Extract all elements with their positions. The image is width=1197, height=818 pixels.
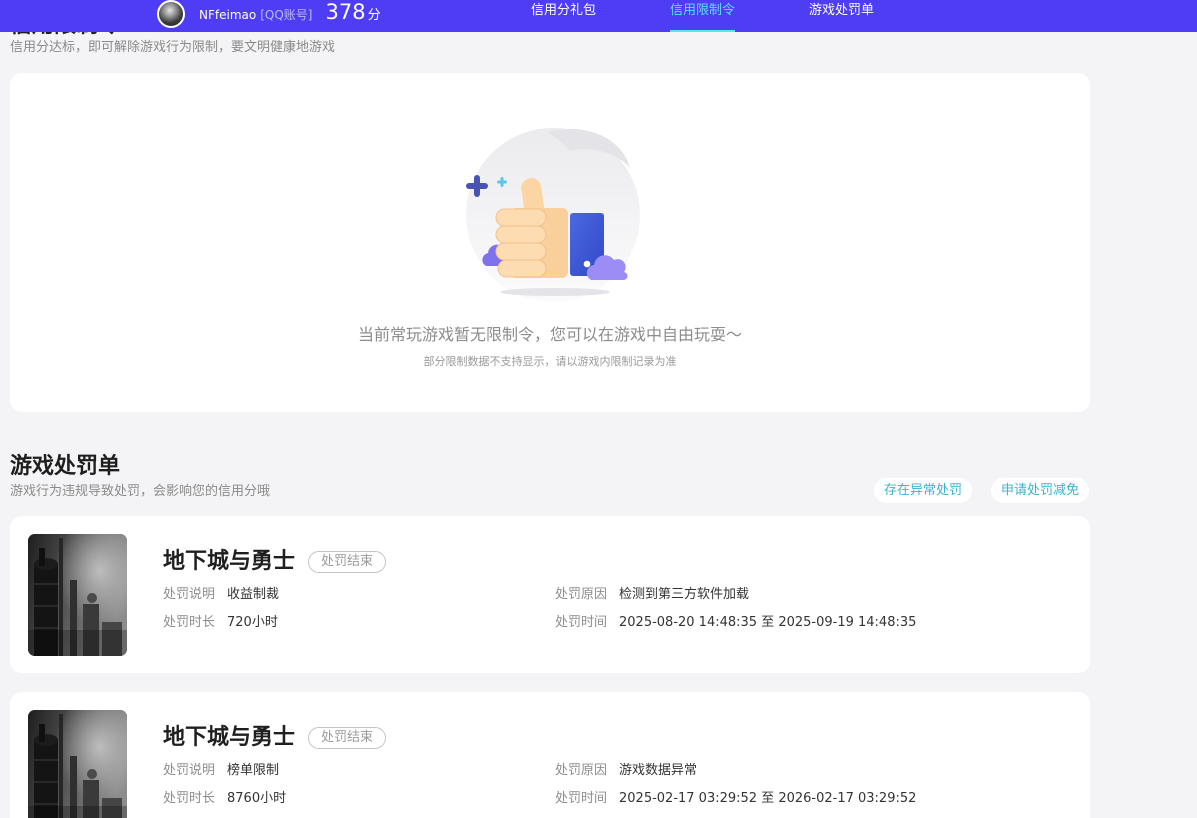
- field-label: 处罚时间: [555, 791, 608, 806]
- status-badge: 处罚结束: [308, 551, 387, 573]
- report-abnormal-penalty-button[interactable]: 存在异常处罚: [874, 478, 972, 503]
- field-label: 处罚说明: [163, 763, 216, 778]
- penalty-time-field: 处罚时间 2025-02-17 03:29:52 至 2026-02-17 03…: [555, 790, 955, 808]
- top-header: NFfeimao [QQ账号] 378 分 信用分礼包 信用限制令 游戏处罚单: [0, 0, 1197, 32]
- field-label: 处罚时长: [163, 791, 216, 806]
- credit-score-unit: 分: [367, 8, 381, 23]
- restriction-card: 当前常玩游戏暂无限制令，您可以在游戏中自由玩耍～ 部分限制数据不支持显示，请以游…: [10, 73, 1090, 412]
- penalty-section-subtitle: 游戏行为违规导致处罚，会影响您的信用分哦: [10, 484, 271, 499]
- empty-state-note: 部分限制数据不支持显示，请以游戏内限制记录为准: [423, 355, 677, 368]
- penalty-duration-field: 处罚时长 8760小时: [163, 790, 555, 808]
- restriction-section-subtitle: 信用分达标，即可解除游戏行为限制，要文明健康地游戏: [10, 40, 336, 55]
- penalty-actions: 存在异常处罚 申请处罚减免: [874, 478, 1089, 503]
- username: NFfeimao: [199, 8, 257, 22]
- field-value: 游戏数据异常: [619, 763, 698, 778]
- user-info: NFfeimao [QQ账号] 378 分: [199, 0, 381, 24]
- page: NFfeimao [QQ账号] 378 分 信用分礼包 信用限制令 游戏处罚单 …: [0, 0, 1197, 818]
- record-title-row: 地下城与勇士 处罚结束: [163, 550, 1063, 574]
- avatar[interactable]: [157, 0, 185, 28]
- thumbs-up-illustration: [466, 128, 640, 302]
- apply-penalty-reduction-button[interactable]: 申请处罚减免: [991, 478, 1089, 503]
- game-title: 地下城与勇士: [163, 725, 296, 750]
- game-cover-image: [28, 710, 127, 818]
- penalty-fields: 处罚说明 收益制裁 处罚原因 检测到第三方软件加载 处罚时长 720小时 处罚时…: [163, 586, 1063, 632]
- record-title-row: 地下城与勇士 处罚结束: [163, 726, 1063, 750]
- game-cover-image: [28, 534, 127, 656]
- game-title: 地下城与勇士: [163, 549, 296, 574]
- field-label: 处罚时间: [555, 615, 608, 630]
- status-badge: 处罚结束: [308, 727, 387, 749]
- field-value: 2025-08-20 14:48:35 至 2025-09-19 14:48:3…: [619, 615, 917, 630]
- penalty-reason-field: 处罚原因 检测到第三方软件加载: [555, 586, 955, 604]
- field-label: 处罚时长: [163, 615, 216, 630]
- field-label: 处罚原因: [555, 763, 608, 778]
- field-value: 榜单限制: [227, 763, 280, 778]
- nav-credit-restriction[interactable]: 信用限制令: [670, 0, 736, 32]
- penalty-duration-field: 处罚时长 720小时: [163, 614, 555, 632]
- penalty-reason-field: 处罚原因 游戏数据异常: [555, 762, 955, 780]
- penalty-time-field: 处罚时间 2025-08-20 14:48:35 至 2025-09-19 14…: [555, 614, 955, 632]
- field-value: 8760小时: [227, 791, 287, 806]
- penalty-record-card: 地下城与勇士 处罚结束 处罚说明 收益制裁 处罚原因 检测到第三方软件加载 处罚…: [10, 516, 1090, 673]
- field-value: 收益制裁: [227, 587, 280, 602]
- penalty-fields: 处罚说明 榜单限制 处罚原因 游戏数据异常 处罚时长 8760小时 处罚时间 2…: [163, 762, 1063, 808]
- nav-penalty-list[interactable]: 游戏处罚单: [809, 0, 874, 32]
- field-value: 720小时: [227, 615, 278, 630]
- empty-state-message: 当前常玩游戏暂无限制令，您可以在游戏中自由玩耍～: [357, 325, 742, 344]
- penalty-section-title: 游戏处罚单: [10, 454, 121, 479]
- field-label: 处罚原因: [555, 587, 608, 602]
- illustration-shadow: [500, 288, 610, 296]
- account-type: [QQ账号]: [260, 8, 313, 22]
- nav-credit-gift[interactable]: 信用分礼包: [531, 0, 596, 32]
- penalty-description-field: 处罚说明 榜单限制: [163, 762, 555, 780]
- field-value: 2025-02-17 03:29:52 至 2026-02-17 03:29:5…: [619, 791, 917, 806]
- penalty-description-field: 处罚说明 收益制裁: [163, 586, 555, 604]
- penalty-record-info: 地下城与勇士 处罚结束 处罚说明 榜单限制 处罚原因 游戏数据异常 处罚时长 8…: [163, 726, 1063, 808]
- field-label: 处罚说明: [163, 587, 216, 602]
- penalty-record-info: 地下城与勇士 处罚结束 处罚说明 收益制裁 处罚原因 检测到第三方软件加载 处罚…: [163, 550, 1063, 632]
- field-value: 检测到第三方软件加载: [619, 587, 750, 602]
- credit-score: 378: [325, 0, 366, 24]
- penalty-record-card: 地下城与勇士 处罚结束 处罚说明 榜单限制 处罚原因 游戏数据异常 处罚时长 8…: [10, 692, 1090, 818]
